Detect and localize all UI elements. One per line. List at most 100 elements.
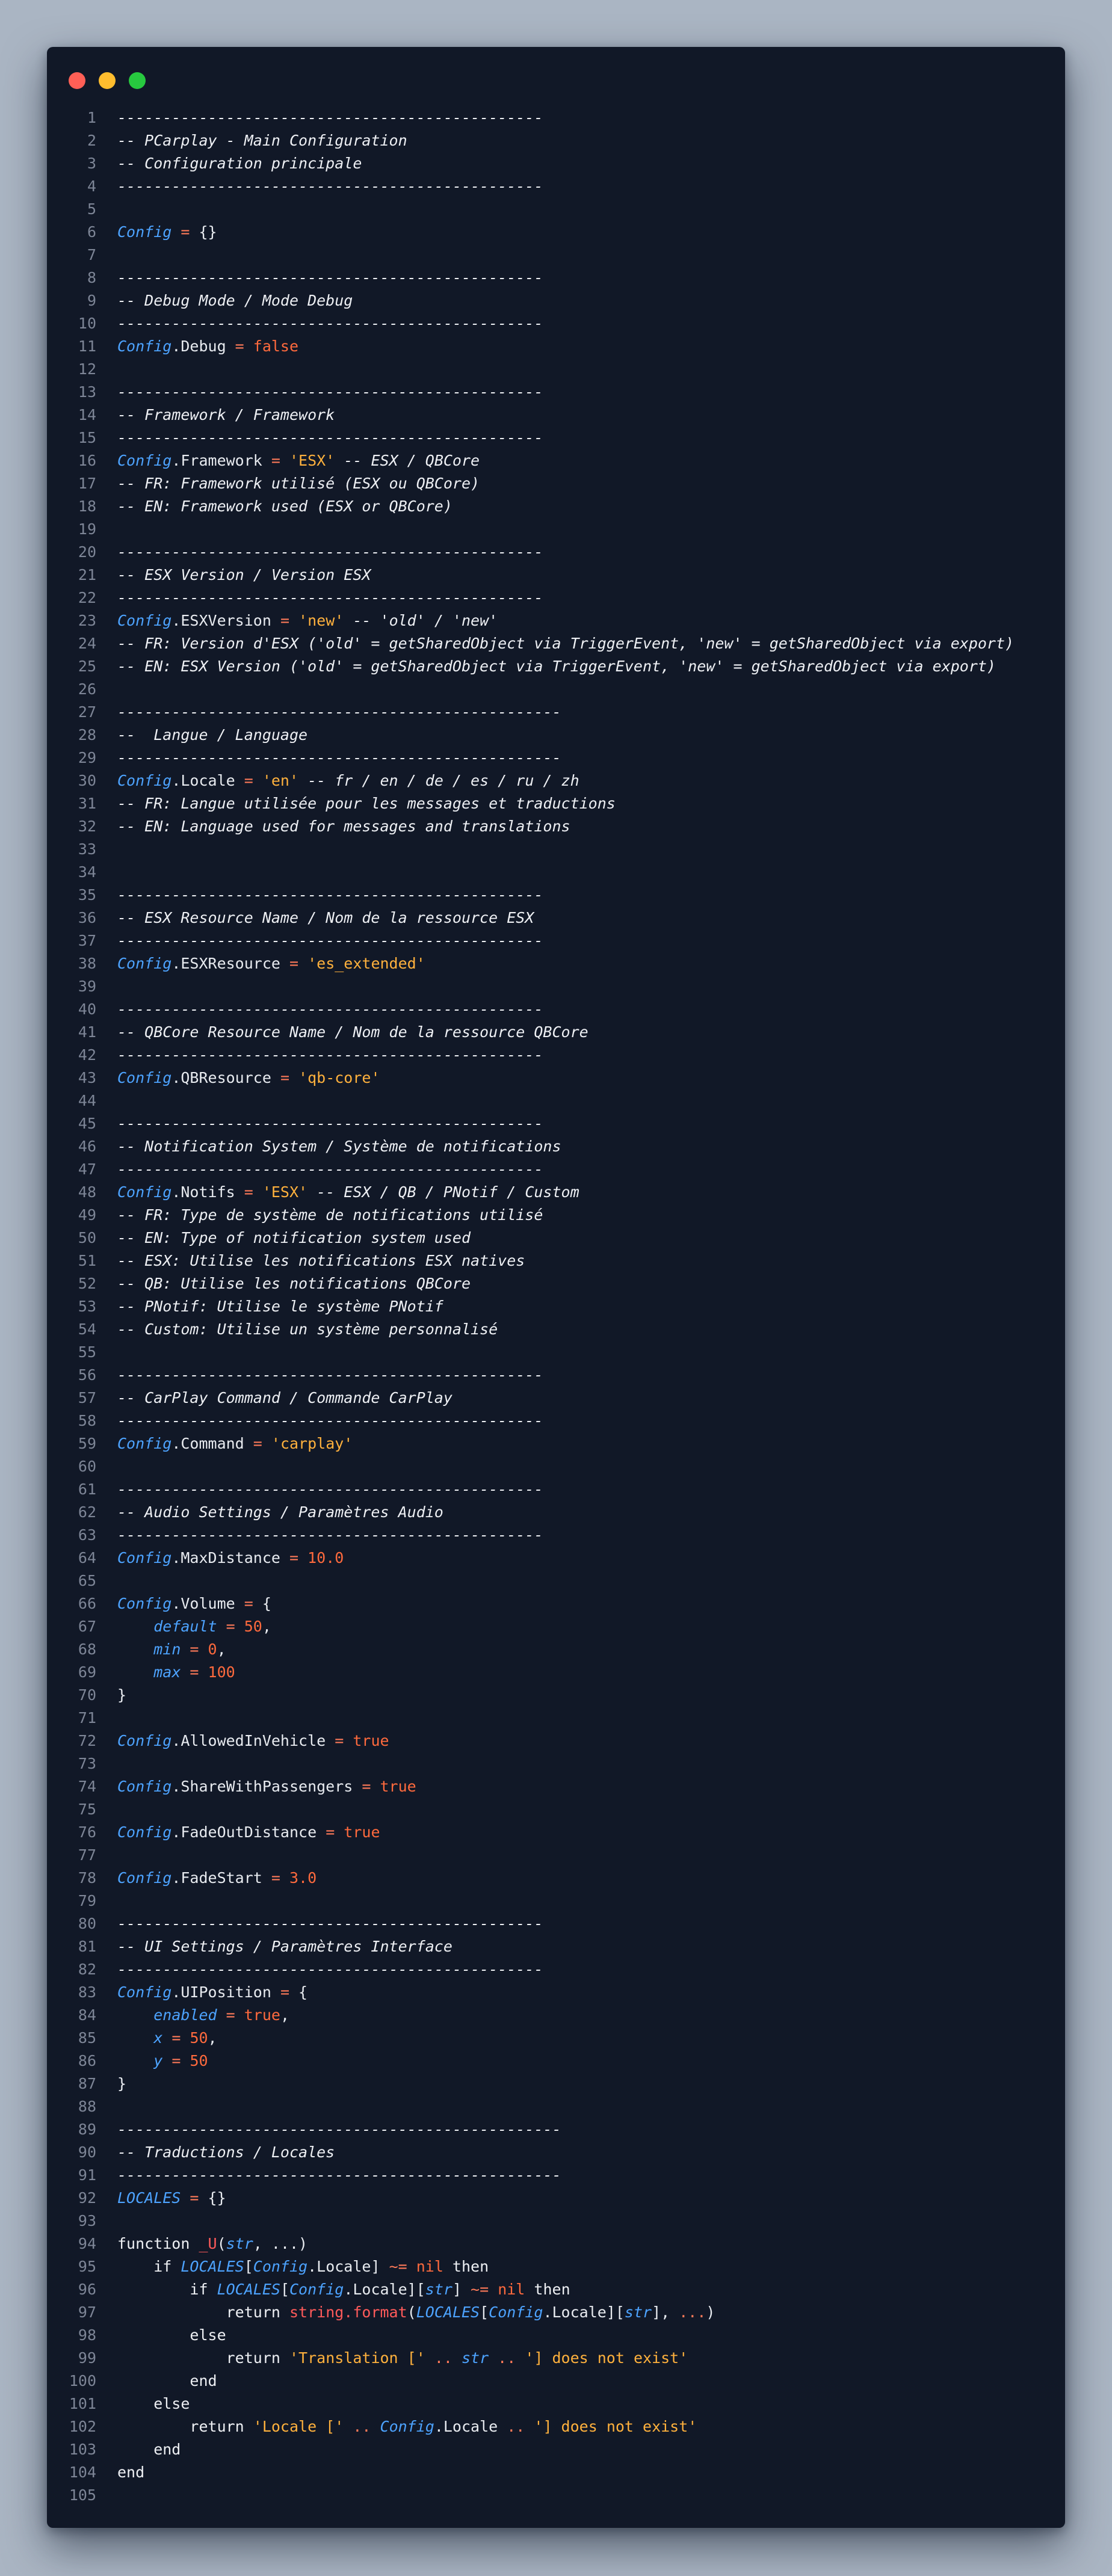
code-line: 80 --------------------------------------… (47, 1912, 1065, 1935)
code-token: = (171, 223, 199, 241)
code-line: 55 (47, 1341, 1065, 1364)
code-token: ----------------------------------------… (117, 1412, 543, 1429)
code-token: LOCALES (181, 2258, 244, 2275)
line-number: 72 (78, 1732, 96, 1749)
line-code: return 'Locale [' .. Config.Locale .. ']… (117, 2415, 697, 2438)
code-line: 11 Config.Debug = false (47, 335, 1065, 358)
line-number: 45 (78, 1115, 96, 1132)
code-token: -- ESX Version / Version ESX (117, 566, 371, 584)
line-number: 27 (78, 703, 96, 721)
code-token: Config (117, 955, 172, 972)
code-token: '] does not exist' (525, 2349, 688, 2367)
line-number: 9 (87, 292, 96, 309)
code-token: LOCALES (416, 2303, 480, 2321)
line-number: 51 (78, 1252, 96, 1269)
line-code: -- UI Settings / Paramètres Interface (117, 1935, 453, 1958)
line-code: -- EN: Type of notification system used (117, 1227, 471, 1249)
code-token: Config (117, 452, 172, 469)
line-number: 50 (78, 1229, 96, 1246)
code-line: 91 --------------------------------------… (47, 2164, 1065, 2187)
line-code: Config = {} (117, 221, 217, 244)
line-code: ----------------------------------------… (117, 1524, 543, 1547)
line-code: ----------------------------------------… (117, 1044, 543, 1067)
code-token: = (181, 1663, 208, 1681)
code-line: 61 --------------------------------------… (47, 1478, 1065, 1501)
code-line: 84 enabled = true, (47, 2004, 1065, 2027)
code-line: 45 --------------------------------------… (47, 1112, 1065, 1135)
line-number: 6 (87, 223, 96, 241)
code-line: 39 (47, 975, 1065, 998)
code-token: str (461, 2349, 489, 2367)
line-code: -- FR: Langue utilisée pour les messages… (117, 792, 616, 815)
line-code: Config.QBResource = 'qb-core' (117, 1067, 380, 1089)
line-number: 70 (78, 1686, 96, 1704)
minimize-button[interactable] (99, 72, 116, 89)
code-line: 66 Config.Volume = { (47, 1592, 1065, 1615)
line-number: 10 (78, 315, 96, 332)
code-token: str (425, 2281, 453, 2298)
code-token: -- EN: Type of notification system used (117, 1229, 471, 1246)
code-line: 52 -- QB: Utilise les notifications QBCor… (47, 1272, 1065, 1295)
code-line: 30 Config.Locale = 'en' -- fr / en / de /… (47, 769, 1065, 792)
code-token: 'ESX' (289, 452, 335, 469)
code-line: 89 --------------------------------------… (47, 2118, 1065, 2141)
line-code: ----------------------------------------… (117, 884, 543, 907)
code-token: , (208, 2029, 217, 2047)
line-number: 31 (78, 795, 96, 812)
code-token: -- Framework / Framework (117, 406, 335, 424)
code-line: 63 --------------------------------------… (47, 1524, 1065, 1547)
code-line: 15 --------------------------------------… (47, 427, 1065, 449)
code-token: Config (117, 1549, 172, 1567)
code-line: 75 (47, 1798, 1065, 1821)
line-code: Config.Locale = 'en' -- fr / en / de / e… (117, 769, 579, 792)
code-line: 56 --------------------------------------… (47, 1364, 1065, 1387)
code-line: 73 (47, 1752, 1065, 1775)
line-code: ----------------------------------------… (117, 381, 543, 404)
line-code: -- FR: Version d'ESX ('old' = getSharedO… (117, 632, 1014, 655)
code-token: -- FR: Type de système de notifications … (117, 1206, 543, 1224)
code-line: 18 -- EN: Framework used (ESX or QBCore) (47, 495, 1065, 518)
line-code: end (117, 2370, 217, 2393)
line-code: -- Traductions / Locales (117, 2141, 335, 2164)
line-number: 2 (87, 132, 96, 149)
code-token: -- FR: Langue utilisée pour les messages… (117, 795, 616, 812)
code-line: 53 -- PNotif: Utilise le système PNotif (47, 1295, 1065, 1318)
line-code: ----------------------------------------… (117, 998, 543, 1021)
code-token: .Debug (171, 337, 226, 355)
line-code: enabled = true, (117, 2004, 289, 2027)
line-code: ----------------------------------------… (117, 1112, 543, 1135)
code-line: 67 default = 50, (47, 1615, 1065, 1638)
code-token: -- Debug Mode / Mode Debug (117, 292, 353, 309)
code-token: -- Custom: Utilise un système personnali… (117, 1320, 498, 1338)
code-line: 86 y = 50 (47, 2050, 1065, 2072)
line-code: -- PNotif: Utilise le système PNotif (117, 1295, 443, 1318)
code-token: -- EN: ESX Version ('old' = getSharedObj… (117, 658, 996, 675)
line-number: 57 (78, 1389, 96, 1407)
line-code: ----------------------------------------… (117, 747, 561, 769)
code-token: = (235, 772, 262, 789)
code-token: ----------------------------------------… (117, 1115, 543, 1132)
line-code: -- CarPlay Command / Commande CarPlay (117, 1387, 453, 1410)
code-line: 95 if LOCALES[Config.Locale] ~= nil then (47, 2255, 1065, 2278)
code-line: 47 --------------------------------------… (47, 1158, 1065, 1181)
code-token: [ (244, 2258, 253, 2275)
code-token: 'qb-core' (298, 1069, 380, 1086)
line-number: 75 (78, 1801, 96, 1818)
code-token: ~= (471, 2281, 498, 2298)
code-token: true (380, 1778, 416, 1795)
code-token: ----------------------------------------… (117, 932, 543, 949)
line-number: 30 (78, 772, 96, 789)
line-code: ----------------------------------------… (117, 1958, 543, 1981)
maximize-button[interactable] (129, 72, 146, 89)
code-token: [ (480, 2303, 489, 2321)
code-line: 49 -- FR: Type de système de notification… (47, 1204, 1065, 1227)
code-editor[interactable]: 1 ---------------------------------------… (47, 106, 1065, 2507)
line-number: 52 (78, 1275, 96, 1292)
close-button[interactable] (69, 72, 85, 89)
code-line: 101 else (47, 2393, 1065, 2415)
line-code: -- Audio Settings / Paramètres Audio (117, 1501, 443, 1524)
code-token: ] (452, 2281, 471, 2298)
line-number: 68 (78, 1641, 96, 1658)
code-token: = (181, 1641, 208, 1658)
